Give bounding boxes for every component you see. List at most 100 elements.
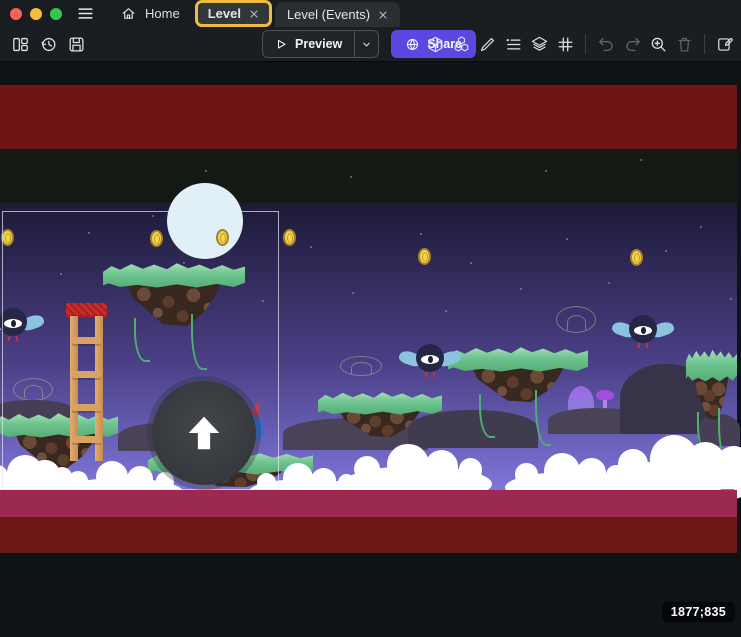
window-zoom-button[interactable] [50, 8, 62, 20]
star [310, 246, 312, 248]
cursor-coordinates-badge: 1877;835 [662, 602, 735, 622]
home-icon [121, 6, 136, 21]
delete-button[interactable] [672, 32, 696, 56]
crimson-band-bottom [0, 490, 737, 517]
cloud-bump [459, 458, 482, 481]
coin[interactable] [283, 229, 296, 246]
island-grass [448, 346, 588, 372]
arrow-up-icon [181, 410, 227, 456]
edit-scene-icon [716, 35, 735, 54]
floating-island[interactable] [448, 346, 588, 408]
star [352, 292, 354, 294]
cloud-bump [354, 456, 380, 482]
redo-button[interactable] [620, 32, 644, 56]
save-button[interactable] [64, 32, 88, 56]
instances-list-button[interactable] [501, 32, 525, 56]
cloud-bump [311, 468, 336, 493]
star [640, 159, 642, 161]
toolbar-left-group [8, 27, 88, 61]
edit-scene-button[interactable] [713, 32, 737, 56]
grid-button[interactable] [553, 32, 577, 56]
cloud-bump [425, 450, 459, 484]
window-minimize-button[interactable] [30, 8, 42, 20]
cloud-bump [577, 458, 606, 487]
preview-options-button[interactable] [354, 31, 378, 57]
layers-button[interactable] [527, 32, 551, 56]
coin[interactable] [630, 249, 643, 266]
window-titlebar: Home Level Level (Events) [0, 0, 741, 27]
editor-toolbar: Preview Share [0, 27, 741, 62]
fly-claw [424, 372, 427, 377]
preview-label: Preview [295, 37, 342, 51]
star [350, 176, 352, 178]
island-dirt [333, 409, 427, 437]
zoom-in-button[interactable] [646, 32, 670, 56]
panel-layout-button[interactable] [8, 32, 32, 56]
star [205, 170, 207, 172]
object-groups-button[interactable] [449, 32, 473, 56]
star [665, 250, 667, 252]
tab-strip: Home Level Level (Events) [109, 0, 400, 27]
globe-icon [405, 37, 420, 52]
pencil-icon [478, 35, 497, 54]
objects-cube-icon [426, 35, 445, 54]
tab-level[interactable]: Level [195, 0, 272, 27]
fly-enemy[interactable] [614, 315, 672, 357]
window-close-button[interactable] [10, 8, 22, 20]
star [566, 238, 568, 240]
island-grass [686, 348, 737, 382]
star [470, 262, 472, 264]
fly-claw [637, 343, 640, 348]
jump-control-button[interactable] [152, 381, 256, 485]
fly-eye [421, 355, 439, 364]
preview-split-button: Preview [262, 30, 379, 58]
star [608, 282, 610, 284]
island-grass [318, 391, 442, 415]
star [445, 310, 447, 312]
object-groups-icon [452, 35, 471, 54]
fly-enemy[interactable] [401, 344, 459, 386]
close-icon[interactable] [378, 10, 388, 20]
chevron-down-icon [361, 39, 372, 50]
cloud-bump [387, 444, 429, 486]
toolbar-divider [704, 34, 705, 54]
dark-horizon-band [0, 149, 737, 203]
tab-label: Level [208, 6, 241, 21]
ufo-sketch [556, 306, 596, 333]
instances-list-icon [504, 35, 523, 54]
preview-button[interactable]: Preview [263, 31, 354, 57]
undo-button[interactable] [594, 32, 618, 56]
cloud-bump [618, 449, 648, 479]
fly-eye [634, 326, 652, 335]
redo-icon [623, 35, 642, 54]
save-icon [67, 35, 86, 54]
star [545, 170, 547, 172]
star [420, 233, 422, 235]
mushroom-cap [596, 390, 614, 400]
cloud-bump [515, 463, 538, 486]
close-icon[interactable] [249, 9, 259, 19]
play-icon [275, 38, 288, 51]
floating-island[interactable] [686, 348, 737, 426]
tab-label: Home [145, 6, 180, 21]
grid-icon [556, 35, 575, 54]
panel-layout-icon [11, 35, 30, 54]
coin[interactable] [418, 248, 431, 265]
tab-home[interactable]: Home [109, 0, 192, 27]
history-icon [39, 35, 58, 54]
tab-level-events[interactable]: Level (Events) [275, 2, 400, 27]
application-window: { "window": { "traffic_lights": ["#f4605… [0, 0, 741, 637]
fly-claw [432, 372, 435, 377]
floating-island[interactable] [318, 391, 442, 443]
scene-canvas[interactable] [0, 0, 741, 637]
menu-icon[interactable] [76, 4, 95, 23]
edit-object-button[interactable] [475, 32, 499, 56]
fly-claw [645, 343, 648, 348]
star [730, 298, 732, 300]
star [700, 226, 702, 228]
tab-label: Level (Events) [287, 7, 370, 22]
history-button[interactable] [36, 32, 60, 56]
toolbar-divider [585, 34, 586, 54]
objects-button[interactable] [423, 32, 447, 56]
layers-icon [530, 35, 549, 54]
